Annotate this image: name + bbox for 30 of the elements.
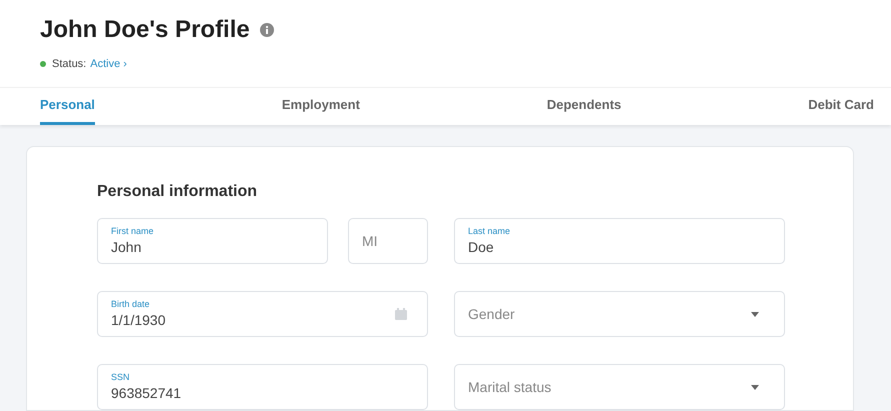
field-value: Doe bbox=[468, 238, 495, 256]
tab[interactable]: Dependents bbox=[546, 88, 622, 125]
field-label: Birth date bbox=[111, 298, 151, 310]
field-placeholder: Marital status bbox=[468, 378, 552, 396]
input-field[interactable]: First name John bbox=[97, 218, 328, 264]
tab[interactable]: Debit Card bbox=[808, 88, 874, 125]
select-field[interactable]: Marital status bbox=[454, 364, 785, 410]
page-title: John Doe's Profile bbox=[40, 15, 250, 45]
info-icon bbox=[260, 23, 274, 37]
date-field[interactable]: Birth date 1/1/1930 bbox=[97, 291, 428, 337]
tab[interactable]: Personal bbox=[40, 88, 95, 125]
tab[interactable]: Employment bbox=[282, 88, 360, 125]
field-value: John bbox=[111, 238, 142, 256]
select-field[interactable]: Gender bbox=[454, 291, 785, 337]
input-field[interactable]: MI bbox=[348, 218, 428, 264]
field-label: First name bbox=[111, 226, 155, 236]
caret-icon bbox=[751, 312, 759, 316]
field-label: Last name bbox=[468, 226, 512, 236]
section-heading: Personal information bbox=[97, 182, 258, 202]
status-label: Status: bbox=[52, 57, 86, 72]
field-label: SSN bbox=[111, 372, 131, 382]
status-link[interactable]: Active › bbox=[90, 56, 127, 72]
field-value: 1/1/1930 bbox=[111, 310, 166, 330]
caret-icon bbox=[751, 384, 759, 390]
field-value: 963852741 bbox=[111, 384, 182, 402]
input-field[interactable]: SSN 963852741 bbox=[97, 364, 428, 410]
calendar-icon bbox=[394, 307, 408, 321]
input-field[interactable]: Last name Doe bbox=[454, 218, 785, 264]
field-placeholder: MI bbox=[362, 232, 379, 250]
field-placeholder: Gender bbox=[468, 304, 516, 324]
